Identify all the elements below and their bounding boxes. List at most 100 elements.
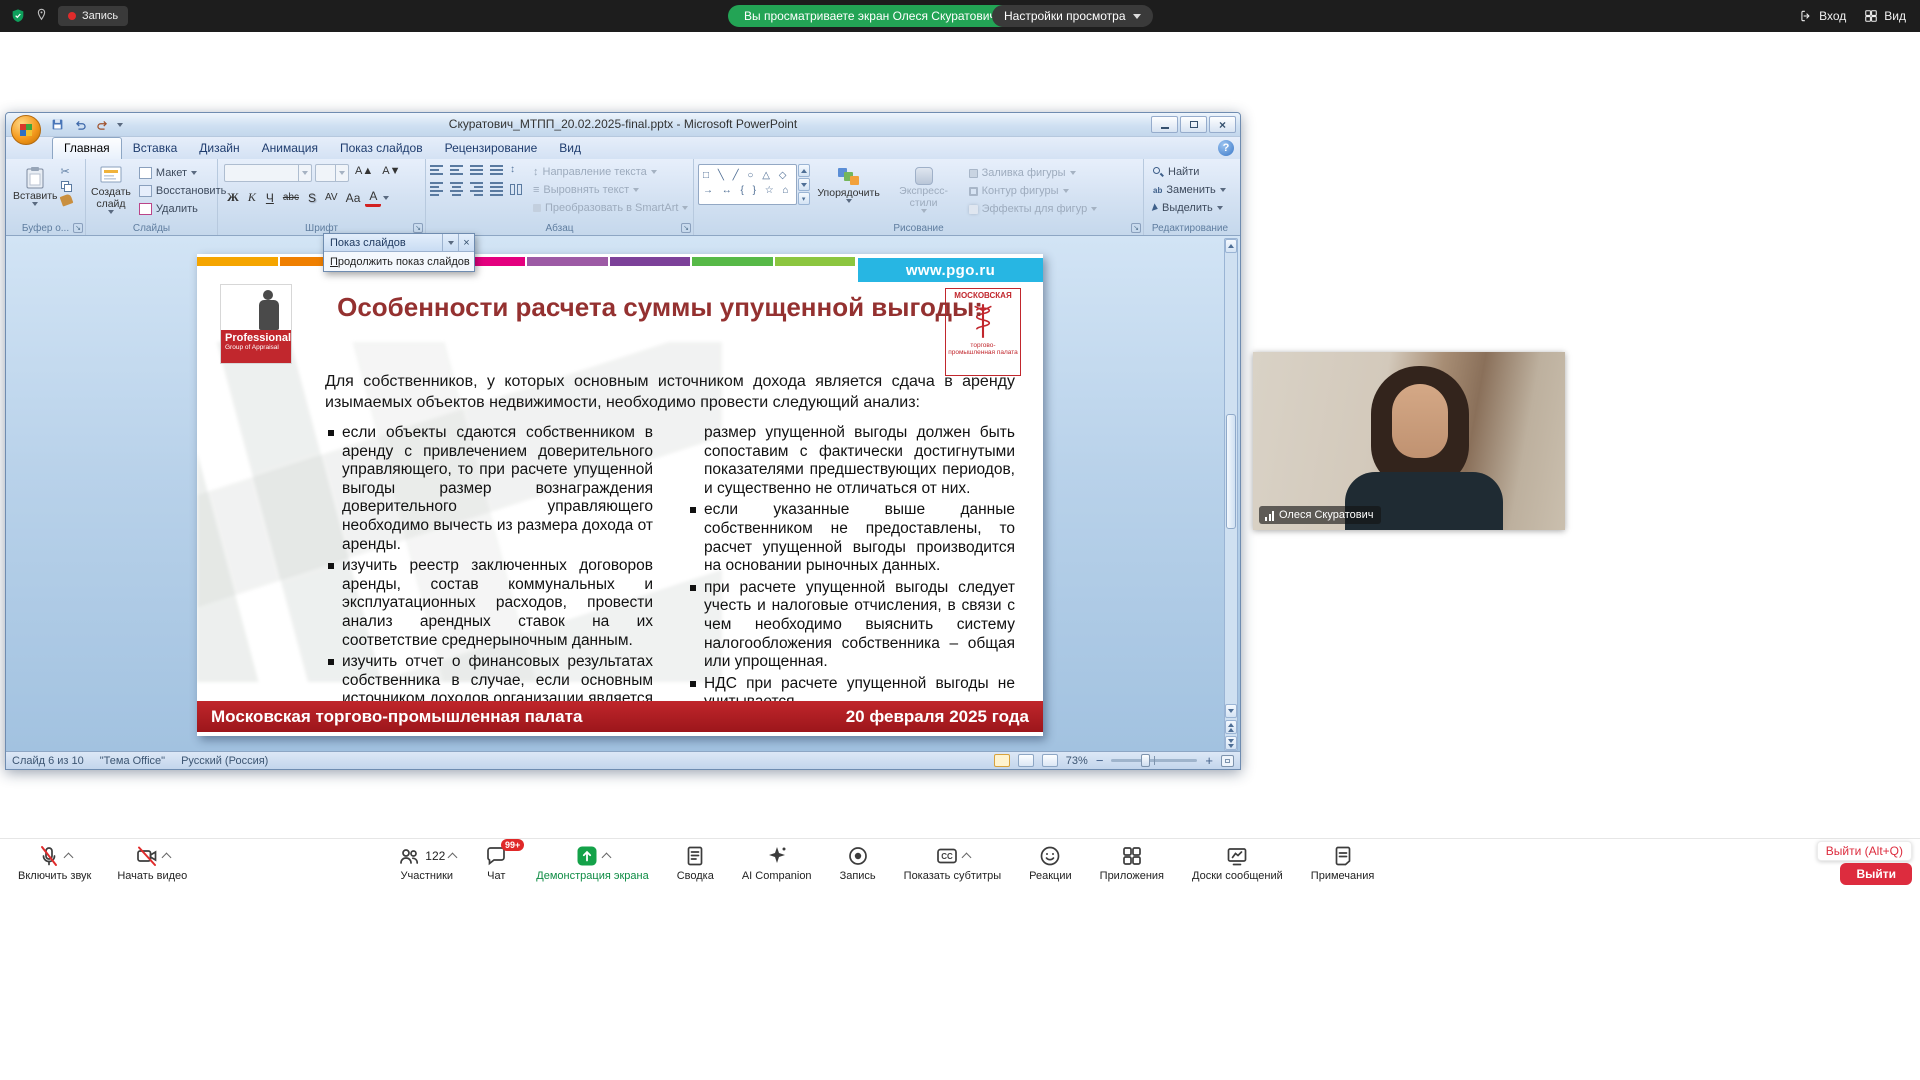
- tab-design[interactable]: Дизайн: [188, 138, 250, 159]
- italic-button[interactable]: К: [244, 189, 260, 206]
- whiteboards-button[interactable]: Доски сообщений: [1182, 842, 1293, 882]
- shrink-font-button[interactable]: А▼: [379, 164, 403, 182]
- align-left-button[interactable]: [430, 182, 443, 196]
- scroll-up-button[interactable]: [1225, 239, 1237, 253]
- notes-button[interactable]: Примечания: [1301, 842, 1385, 882]
- align-right-button[interactable]: [470, 182, 483, 196]
- font-color-button[interactable]: А: [365, 188, 381, 207]
- reset-button[interactable]: Восстановить: [136, 184, 229, 198]
- bold-button[interactable]: Ж: [224, 189, 242, 206]
- strikethrough-button[interactable]: abc: [280, 191, 302, 204]
- find-button[interactable]: Найти: [1150, 165, 1230, 179]
- line-spacing-button[interactable]: ↕: [510, 164, 515, 175]
- restore-button[interactable]: [1180, 116, 1207, 133]
- reactions-button[interactable]: Реакции: [1019, 842, 1082, 882]
- theme-name[interactable]: "Тема Office": [100, 755, 165, 767]
- font-dialog-launcher[interactable]: ↘: [413, 223, 423, 233]
- slide[interactable]: www.pgo.ru Professional Group of Apprais…: [197, 254, 1043, 736]
- tab-view[interactable]: Вид: [548, 138, 592, 159]
- shape-fill-button[interactable]: Заливка фигуры: [966, 166, 1101, 180]
- align-text-button[interactable]: ≡Выровнять текст: [530, 183, 691, 197]
- font-color-chevron[interactable]: [383, 196, 389, 200]
- slide-scrollbar[interactable]: [1224, 238, 1238, 751]
- security-shield-icon[interactable]: [10, 8, 26, 24]
- next-slide-button[interactable]: [1225, 736, 1237, 750]
- popup-close-button[interactable]: ×: [458, 234, 474, 251]
- change-case-button[interactable]: Аа: [343, 190, 364, 206]
- sign-in-button[interactable]: Вход: [1799, 9, 1846, 23]
- pin-icon[interactable]: [34, 8, 50, 24]
- font-size-combo[interactable]: [315, 164, 349, 182]
- tab-review[interactable]: Рецензирование: [434, 138, 549, 159]
- apps-button[interactable]: Приложения: [1090, 842, 1174, 882]
- slideshow-popup-header[interactable]: Показ слайдов ×: [324, 234, 474, 252]
- clipboard-dialog-launcher[interactable]: ↘: [73, 223, 83, 233]
- increase-indent-button[interactable]: [490, 165, 503, 175]
- recording-indicator[interactable]: Запись: [58, 6, 128, 26]
- format-painter-button[interactable]: [59, 193, 73, 206]
- shapes-scroll-up[interactable]: [798, 164, 810, 177]
- shadow-button[interactable]: S: [304, 190, 320, 206]
- underline-button[interactable]: Ч: [262, 190, 278, 206]
- video-options-chevron[interactable]: [161, 852, 171, 862]
- captions-chevron[interactable]: [961, 852, 971, 862]
- leave-button[interactable]: Выйти: [1840, 863, 1912, 885]
- decrease-indent-button[interactable]: [470, 165, 483, 175]
- shape-outline-button[interactable]: Контур фигуры: [966, 184, 1101, 198]
- shapes-gallery[interactable]: □ ╲ ╱ ○ △ ◇ → ↔ { } ☆ ⌂: [698, 164, 797, 205]
- webcam-tile[interactable]: Олеся Скуратович: [1253, 352, 1565, 530]
- slideshow-view-button[interactable]: [1042, 754, 1058, 767]
- view-button[interactable]: Вид: [1864, 9, 1906, 23]
- convert-smartart-button[interactable]: Преобразовать в SmartArt: [530, 201, 691, 215]
- minimize-button[interactable]: [1151, 116, 1178, 133]
- shapes-scroll-down[interactable]: [798, 178, 810, 191]
- unmute-button[interactable]: Включить звук: [8, 842, 101, 882]
- paste-button[interactable]: Вставить: [10, 163, 61, 206]
- columns-button[interactable]: [510, 184, 522, 195]
- office-button[interactable]: [11, 115, 41, 145]
- help-button[interactable]: ?: [1218, 140, 1234, 156]
- popup-dropdown-button[interactable]: [442, 234, 458, 251]
- participants-button[interactable]: 122 Участники: [387, 842, 466, 882]
- zoom-slider-thumb[interactable]: [1141, 754, 1150, 767]
- audio-options-chevron[interactable]: [64, 852, 74, 862]
- ai-companion-button[interactable]: AI Companion: [732, 842, 822, 882]
- shape-effects-button[interactable]: Эффекты для фигур: [966, 202, 1101, 216]
- previous-slide-button[interactable]: [1225, 720, 1237, 734]
- copy-button[interactable]: [61, 181, 73, 192]
- drawing-dialog-launcher[interactable]: ↘: [1131, 223, 1141, 233]
- slide-sorter-view-button[interactable]: [1018, 754, 1034, 767]
- quick-styles-button[interactable]: Экспресс-стили: [888, 164, 960, 213]
- summary-button[interactable]: Сводка: [667, 842, 724, 882]
- tab-slideshow[interactable]: Показ слайдов: [329, 138, 434, 159]
- tab-home[interactable]: Главная: [52, 137, 122, 159]
- replace-button[interactable]: ab Заменить: [1150, 183, 1230, 197]
- select-button[interactable]: Выделить: [1150, 201, 1230, 215]
- view-settings-dropdown[interactable]: Настройки просмотра: [992, 5, 1153, 27]
- zoom-out-button[interactable]: −: [1096, 754, 1104, 767]
- font-name-combo[interactable]: [224, 164, 312, 182]
- record-button[interactable]: Запись: [830, 842, 886, 882]
- captions-button[interactable]: CC Показать субтитры: [894, 842, 1012, 882]
- close-button[interactable]: ×: [1209, 116, 1236, 133]
- scroll-down-button[interactable]: [1225, 704, 1237, 718]
- share-options-chevron[interactable]: [602, 852, 612, 862]
- justify-button[interactable]: [490, 182, 503, 196]
- arrange-button[interactable]: Упорядочить: [816, 164, 882, 203]
- chat-button[interactable]: 99+ Чат: [474, 842, 518, 882]
- tab-insert[interactable]: Вставка: [122, 138, 189, 159]
- normal-view-button[interactable]: [994, 754, 1010, 767]
- numbering-button[interactable]: [450, 165, 463, 175]
- layout-button[interactable]: Макет: [136, 166, 229, 180]
- align-center-button[interactable]: [450, 182, 463, 196]
- participants-chevron[interactable]: [448, 852, 458, 862]
- paragraph-dialog-launcher[interactable]: ↘: [681, 223, 691, 233]
- delete-slide-button[interactable]: Удалить: [136, 202, 229, 216]
- text-direction-button[interactable]: ↕Направление текста: [530, 165, 691, 179]
- bullets-button[interactable]: [430, 165, 443, 175]
- resume-slideshow-item[interactable]: Продолжить показ слайдов: [324, 252, 474, 271]
- shapes-more[interactable]: ▾: [798, 192, 810, 205]
- start-video-button[interactable]: Начать видео: [107, 842, 197, 882]
- zoom-slider[interactable]: [1111, 759, 1197, 762]
- language-indicator[interactable]: Русский (Россия): [181, 755, 268, 767]
